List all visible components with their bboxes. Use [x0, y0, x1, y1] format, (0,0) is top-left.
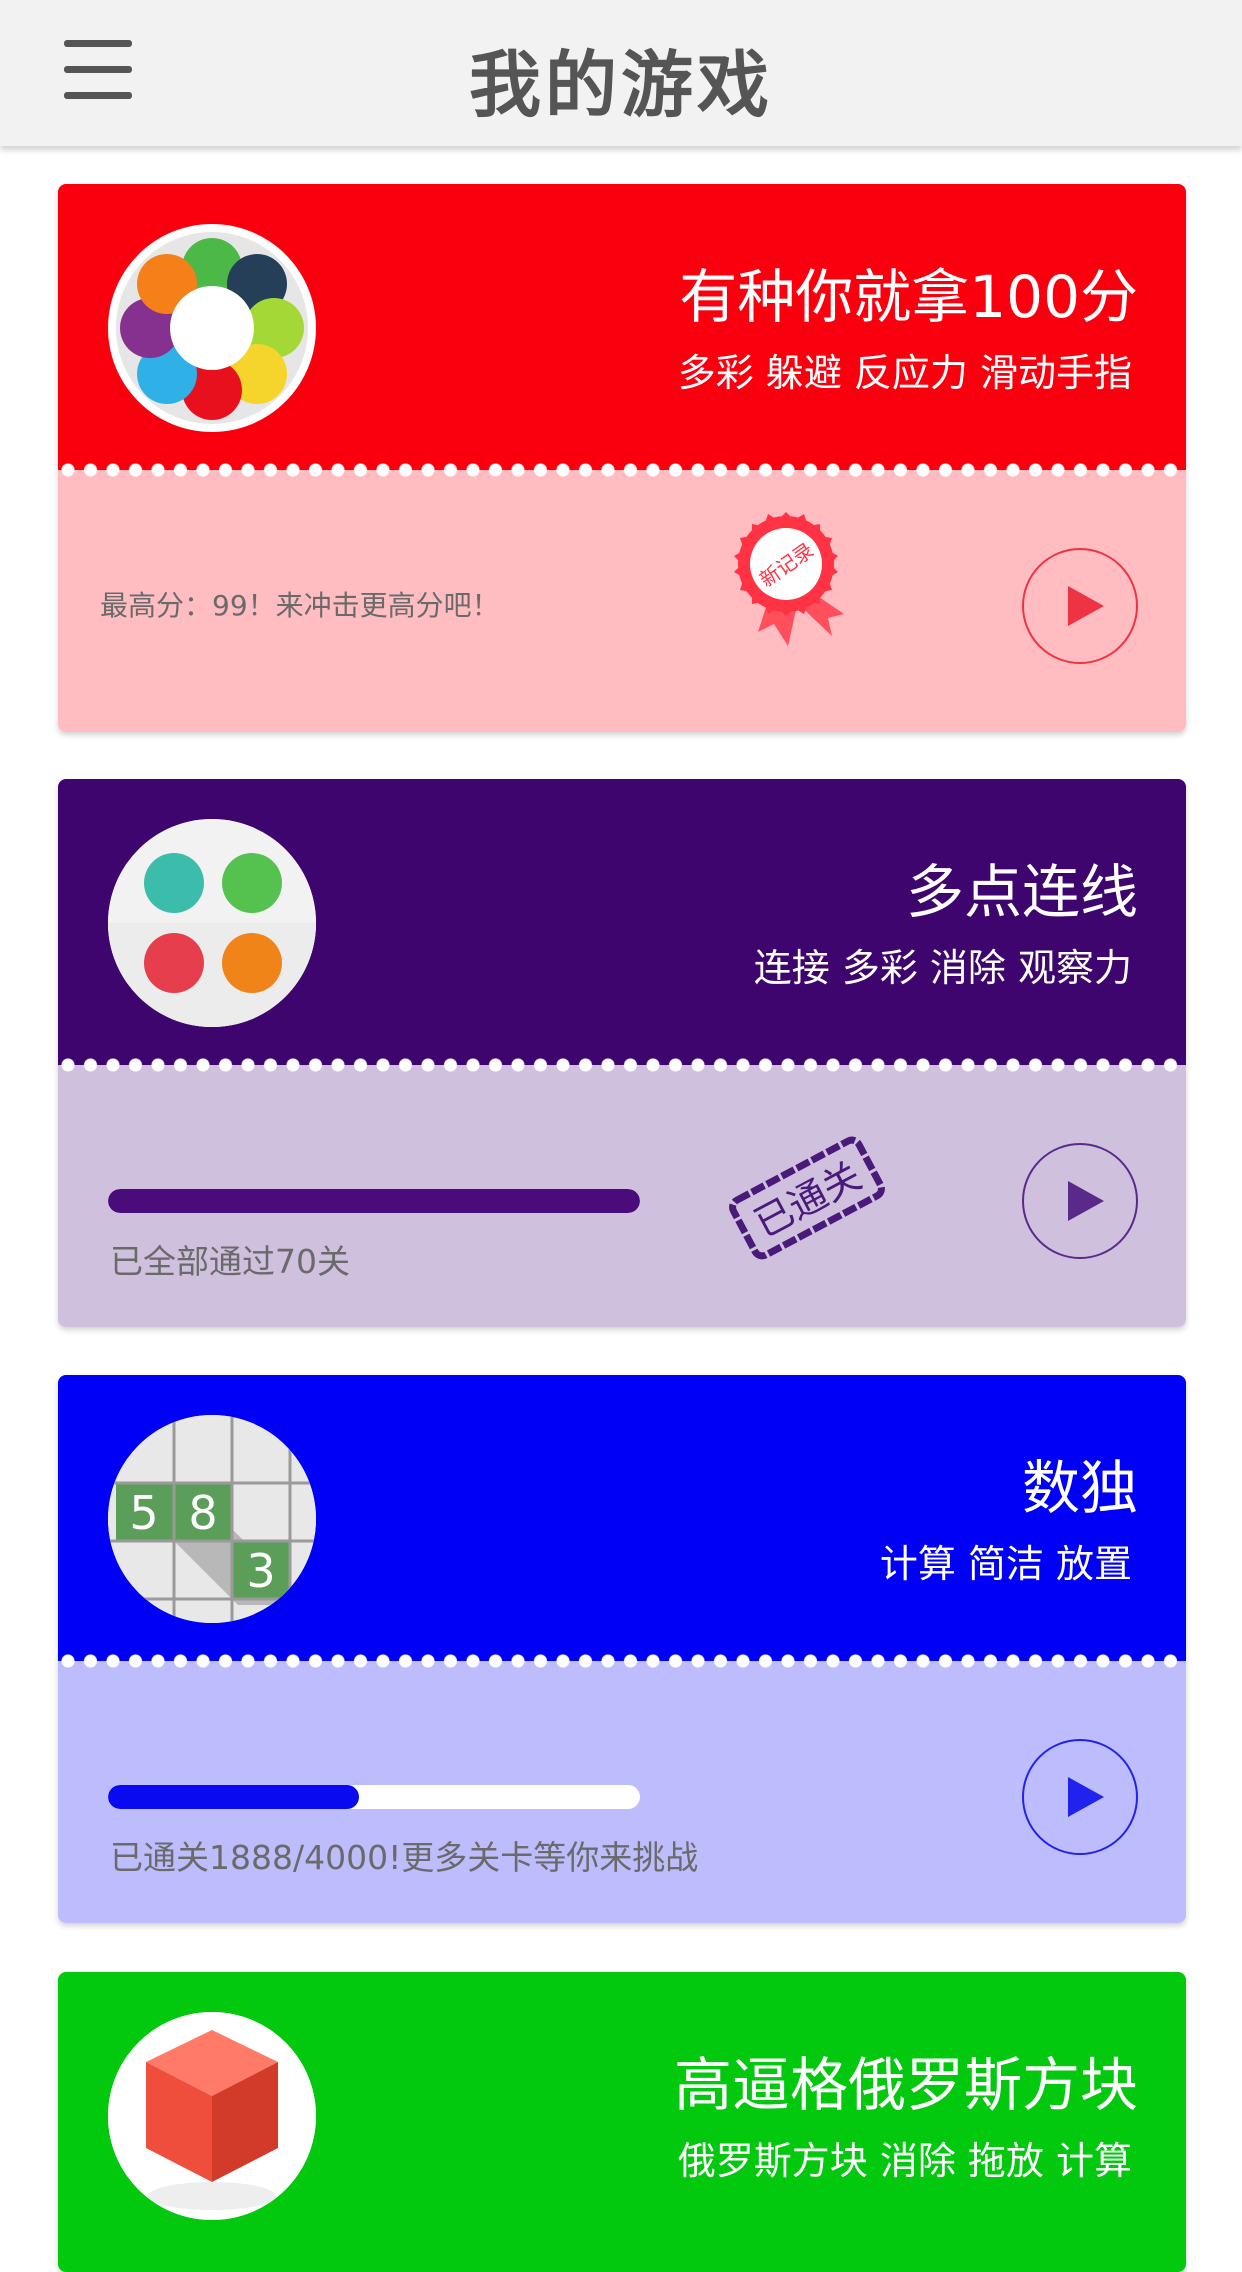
grid-digit: 3 — [246, 1544, 275, 1598]
game-title: 高逼格俄罗斯方块 — [673, 2051, 1138, 2119]
game-icon-color-wheel — [108, 224, 316, 432]
cleared-stamp-icon: 已通关 — [722, 1133, 892, 1267]
page-title: 我的游戏 — [468, 43, 773, 127]
game-title: 数独 — [1021, 1454, 1138, 1522]
game-tags: 俄罗斯方块 消除 拖放 计算 — [677, 2139, 1132, 2183]
game-tags: 多彩 躲避 反应力 滑动手指 — [677, 351, 1132, 395]
progress-text: 已全部通过70关 — [110, 1242, 350, 1281]
play-button[interactable] — [1022, 1143, 1138, 1259]
game-icon-sudoku-grid: 5 8 3 — [108, 1415, 316, 1623]
progress-fill — [108, 1189, 640, 1213]
play-button[interactable] — [1022, 1739, 1138, 1855]
new-record-ribbon-icon: 新记录 — [716, 506, 866, 660]
grid-digit: 5 — [129, 1486, 158, 1540]
grid-digit: 8 — [188, 1486, 217, 1540]
game-card-tetris[interactable]: 高逼格俄罗斯方块 俄罗斯方块 消除 拖放 计算 — [58, 1972, 1186, 2272]
high-score-text: 最高分：99！来冲击更高分吧！ — [100, 589, 500, 622]
play-button[interactable] — [1022, 548, 1138, 664]
progress-fill — [108, 1785, 360, 1809]
game-title: 多点连线 — [905, 858, 1138, 926]
app-header: 我的游戏 — [0, 0, 1242, 146]
game-icon-cube — [108, 2012, 316, 2220]
progress-text: 已通关1888/4000!更多关卡等你来挑战 — [110, 1838, 699, 1877]
level-progress-bar — [108, 1189, 640, 1213]
game-tags: 计算 简洁 放置 — [879, 1542, 1132, 1586]
game-card-100-points[interactable]: 有种你就拿100分 多彩 躲避 反应力 滑动手指 最高分：99！来冲击更高分吧！… — [58, 184, 1186, 732]
game-card-sudoku[interactable]: 5 8 3 数独 计算 简洁 放置 已通关1888/4000!更多关卡等你来挑战 — [58, 1375, 1186, 1923]
level-progress-bar — [108, 1785, 640, 1809]
game-card-dot-connect[interactable]: 多点连线 连接 多彩 消除 观察力 已全部通过70关 已通关 — [58, 779, 1186, 1327]
game-icon-four-dots — [108, 819, 316, 1027]
game-tags: 连接 多彩 消除 观察力 — [753, 946, 1132, 990]
game-title: 有种你就拿100分 — [679, 263, 1138, 331]
